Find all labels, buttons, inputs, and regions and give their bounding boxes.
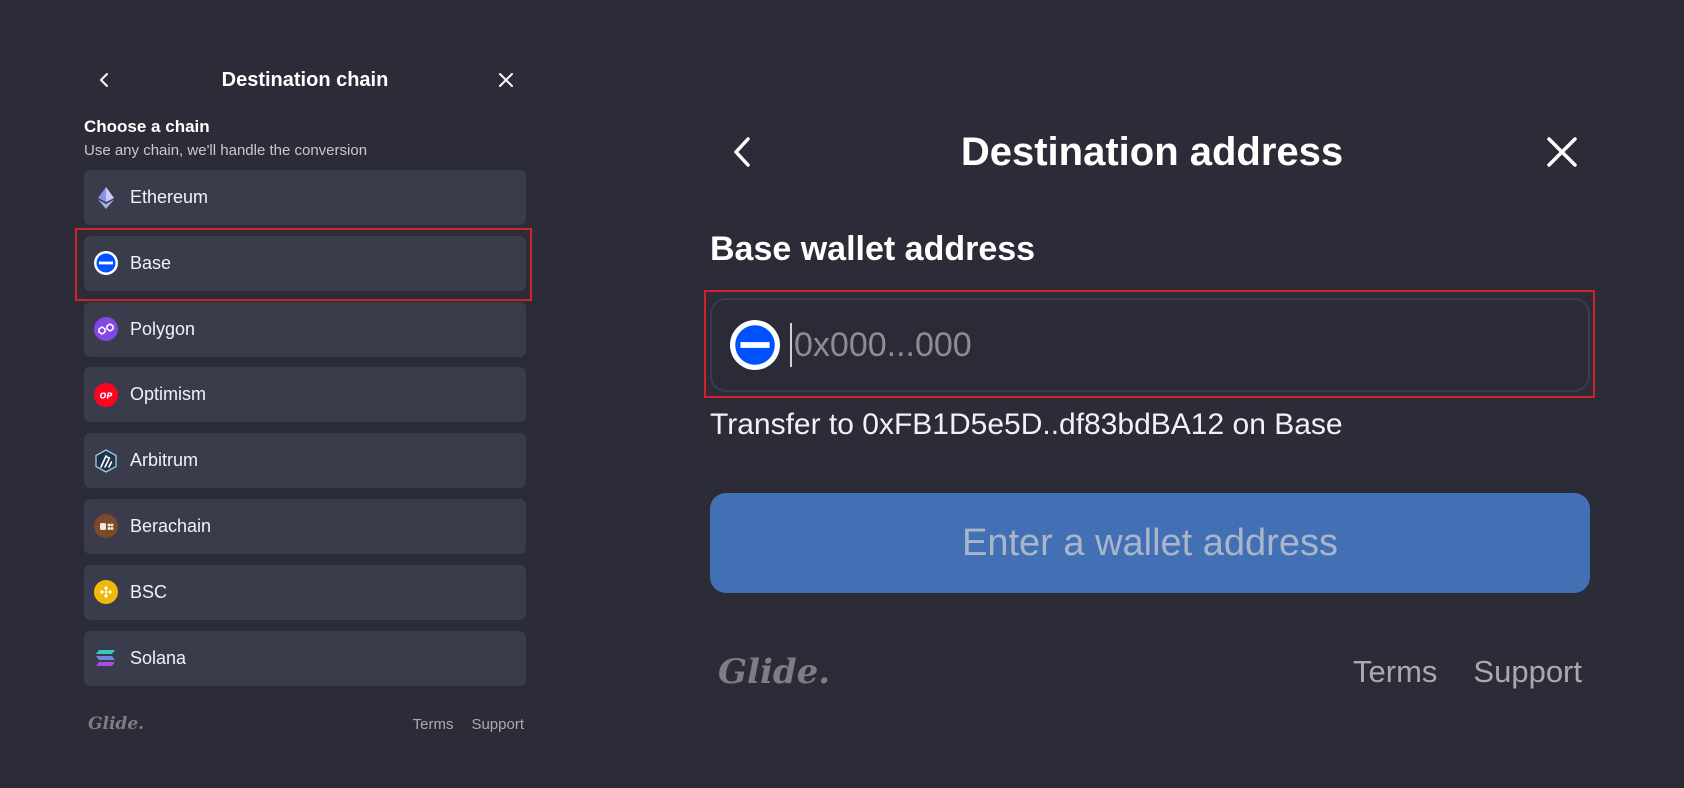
chevron-left-icon: [734, 137, 750, 167]
ethereum-icon: [94, 186, 118, 210]
enter-wallet-address-button[interactable]: Enter a wallet address: [710, 493, 1590, 593]
page-title: Destination address: [960, 129, 1344, 174]
glide-logo: Glide.: [718, 652, 831, 692]
panel-header: Destination chain: [66, 64, 544, 96]
terms-link[interactable]: Terms: [413, 716, 454, 733]
close-button[interactable]: [1534, 124, 1590, 180]
arbitrum-icon: [94, 448, 118, 473]
chain-item-solana[interactable]: Solana: [84, 630, 526, 686]
chevron-left-icon: [100, 73, 108, 87]
support-link[interactable]: Support: [471, 716, 524, 733]
panel-header: Destination address: [674, 124, 1630, 180]
svg-text:OP: OP: [100, 391, 113, 400]
optimism-icon: OP: [94, 382, 118, 407]
transfer-info: Transfer to 0xFB1D5e5D..df83bdBA12 on Ba…: [710, 408, 1343, 441]
page-title: Destination chain: [221, 68, 389, 91]
chain-label: Solana: [130, 647, 187, 668]
support-link[interactable]: Support: [1473, 654, 1582, 690]
base-icon: [94, 251, 118, 276]
chain-label: BSC: [130, 581, 168, 602]
chain-item-polygon[interactable]: Polygon: [84, 301, 526, 357]
bsc-icon: [94, 580, 118, 605]
panel-footer: Glide. Terms Support: [718, 652, 1582, 692]
destination-chain-panel: Destination chain Choose a chain Use any…: [66, 40, 544, 744]
chain-label: Polygon: [130, 318, 196, 339]
chain-item-base[interactable]: Base: [84, 235, 526, 291]
back-button[interactable]: [88, 64, 120, 96]
chain-label: Base: [130, 252, 172, 273]
wallet-address-input[interactable]: [794, 325, 1394, 365]
chain-label: Ethereum: [130, 187, 209, 207]
close-button[interactable]: [490, 64, 522, 96]
chain-item-optimism[interactable]: OP Optimism: [84, 367, 526, 423]
base-icon: [730, 320, 780, 370]
chain-label: Arbitrum: [130, 450, 199, 471]
wallet-address-field[interactable]: [710, 298, 1590, 392]
wallet-address-label: Base wallet address: [710, 230, 1036, 268]
back-button[interactable]: [714, 124, 770, 180]
chain-item-bsc[interactable]: BSC: [84, 564, 526, 620]
section-subtitle: Use any chain, we'll handle the conversi…: [84, 142, 368, 159]
polygon-icon: [94, 317, 118, 342]
chain-item-berachain[interactable]: Berachain: [84, 498, 526, 554]
text-caret: [790, 323, 792, 367]
close-icon: [1547, 137, 1577, 167]
destination-address-panel: Destination address Base wallet address …: [674, 72, 1630, 710]
chain-label: Optimism: [130, 384, 206, 405]
close-icon: [499, 73, 513, 87]
chain-item-arbitrum[interactable]: Arbitrum: [84, 433, 526, 489]
berachain-icon: [94, 514, 118, 539]
footer-links: Terms Support: [1353, 654, 1582, 690]
glide-logo: Glide.: [88, 714, 145, 734]
section-title: Choose a chain: [84, 117, 210, 136]
chain-label: Berachain: [130, 515, 212, 536]
solana-icon: [94, 646, 118, 670]
chain-item-ethereum[interactable]: Ethereum: [84, 170, 526, 225]
footer-links: Terms Support: [413, 716, 524, 733]
panel-footer: Glide. Terms Support: [88, 714, 524, 734]
terms-link[interactable]: Terms: [1353, 654, 1437, 690]
chain-list: Ethereum Base Polygon OP Optimism Arbitr…: [84, 170, 526, 696]
